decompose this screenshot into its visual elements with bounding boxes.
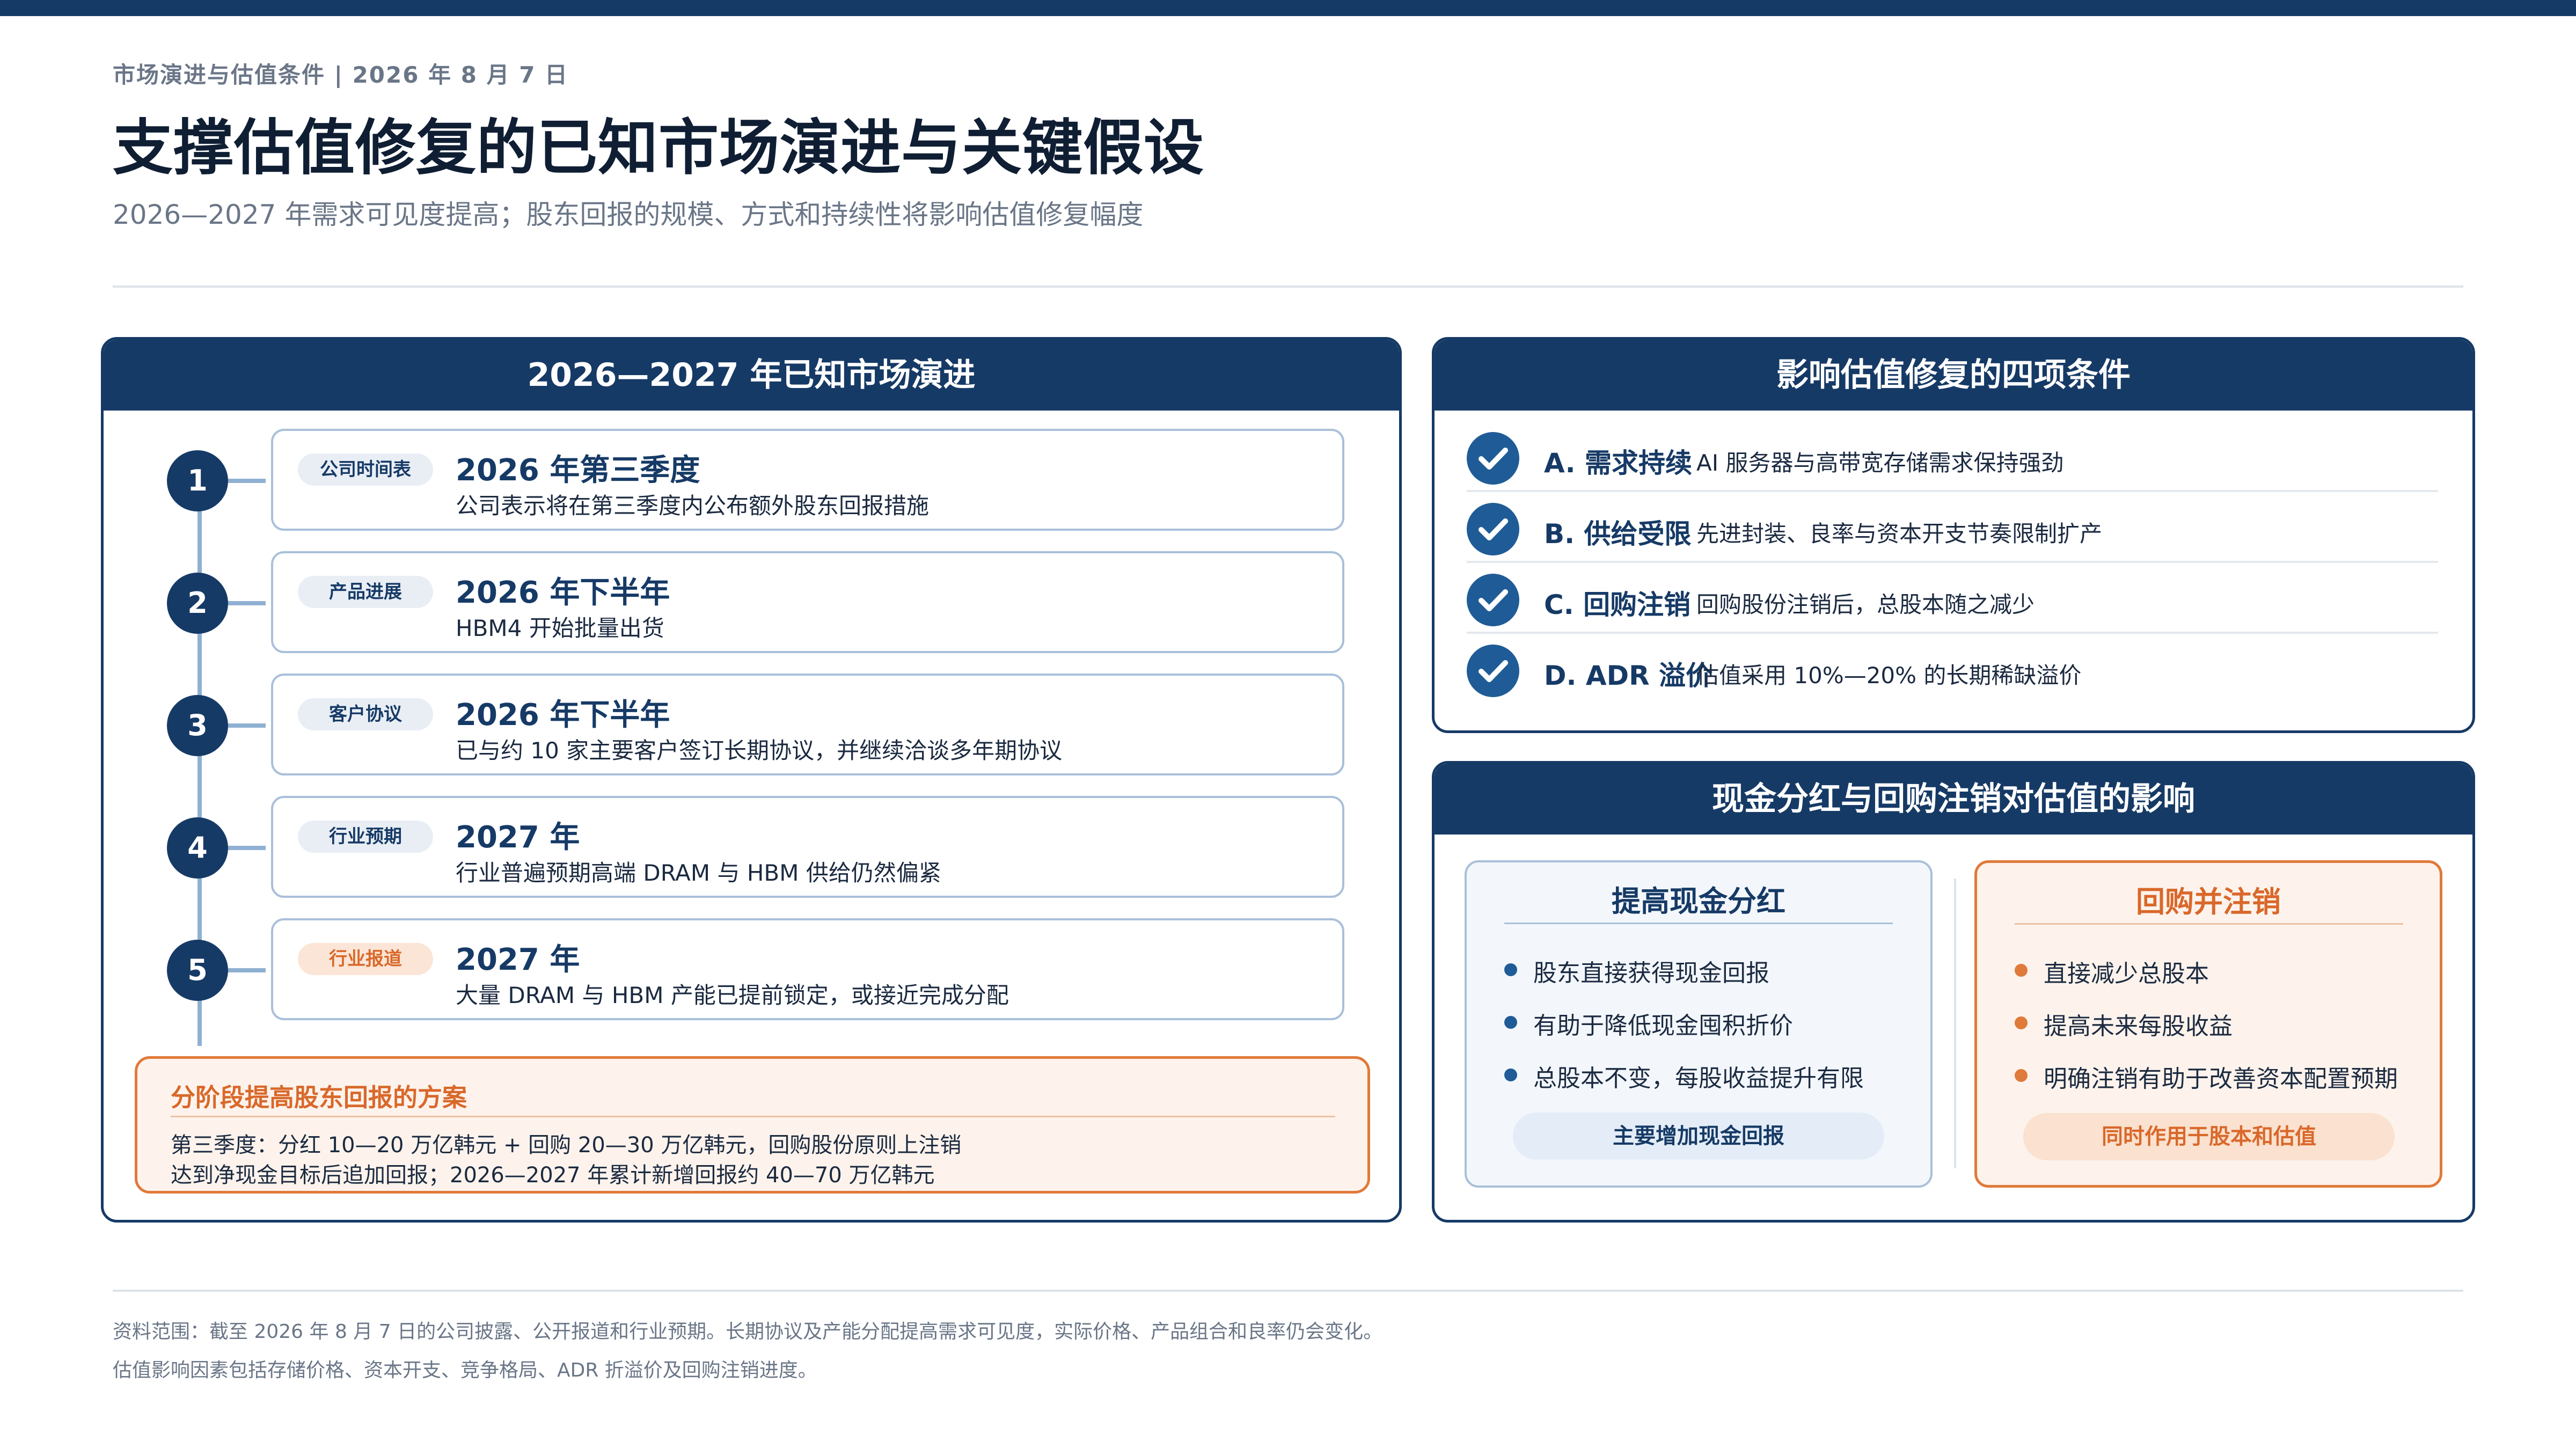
impact-panel: 现金分红与回购注销对估值的影响 提高现金分红 股东直接获得现金回报 有助于降低现… (1432, 761, 2475, 1223)
step-number-badge: 3 (167, 695, 228, 756)
timeline-step: 2 产品进展 2026 年下半年 HBM4 开始批量出货 (104, 551, 1399, 653)
step-connector (228, 968, 266, 972)
list-item-text: 提高未来每股收益 (2044, 1013, 2233, 1040)
condition-row: D. ADR 溢价 估值采用 10%—20% 的长期稀缺溢价 (1467, 634, 2438, 705)
condition-label: C. 回购注销 (1544, 589, 1691, 620)
check-icon (1467, 432, 1519, 485)
timeline-step: 3 客户协议 2026 年下半年 已与约 10 家主要客户签订长期协议，并继续洽… (104, 674, 1399, 775)
top-accent-bar (0, 0, 2576, 16)
list-item-text: 总股本不变，每股收益提升有限 (1533, 1065, 1864, 1092)
condition-label: A. 需求持续 (1544, 448, 1693, 479)
bullet-dot (2015, 1069, 2028, 1082)
columns-separator (1954, 879, 1956, 1168)
step-tag: 行业预期 (298, 821, 433, 853)
list-item-text: 直接减少总股本 (2044, 960, 2209, 987)
step-card: 产品进展 2026 年下半年 HBM4 开始批量出货 (271, 551, 1344, 653)
step-tag: 公司时间表 (298, 453, 433, 486)
step-description: 已与约 10 家主要客户签订长期协议，并继续洽谈多年期协议 (456, 737, 1063, 764)
step-card: 行业预期 2027 年 行业普遍预期高端 DRAM 与 HBM 供给仍然偏紧 (271, 796, 1344, 898)
step-number-badge: 5 (167, 940, 228, 1001)
buyback-column: 回购并注销 直接减少总股本 提高未来每股收益 明确注销有助于改善资本配置预期 同… (1974, 860, 2442, 1188)
bullet-dot (2015, 1016, 2028, 1029)
step-description: 公司表示将在第三季度内公布额外股东回报措施 (456, 493, 930, 519)
step-title: 2026 年第三季度 (456, 453, 700, 488)
plan-line: 第三季度：分红 10—20 万亿韩元 + 回购 20—30 万亿韩元，回购股份原… (171, 1133, 962, 1158)
timeline-step: 5 行业报道 2027 年 大量 DRAM 与 HBM 产能已提前锁定，或接近完… (104, 918, 1399, 1020)
list-item: 总股本不变，每股收益提升有限 (1504, 1059, 1923, 1092)
condition-row: A. 需求持续 AI 服务器与高带宽存储需求保持强劲 (1467, 421, 2438, 492)
step-number-badge: 4 (167, 817, 228, 879)
bullet-dot (2015, 964, 2028, 977)
buyback-summary-pill: 同时作用于股本和估值 (2023, 1113, 2395, 1160)
timeline-step: 1 公司时间表 2026 年第三季度 公司表示将在第三季度内公布额外股东回报措施 (104, 429, 1399, 531)
list-item-text: 有助于降低现金囤积折价 (1533, 1012, 1793, 1040)
dividend-title: 提高现金分红 (1612, 884, 1785, 918)
step-title: 2027 年 (456, 942, 580, 977)
impact-panel-heading: 现金分红与回购注销对估值的影响 (1435, 764, 2472, 835)
buyback-title: 回购并注销 (2136, 885, 2281, 919)
step-description: 大量 DRAM 与 HBM 产能已提前锁定，或接近完成分配 (456, 982, 1009, 1008)
step-connector (228, 846, 266, 850)
dividend-column: 提高现金分红 股东直接获得现金回报 有助于降低现金囤积折价 总股本不变，每股收益… (1465, 860, 1933, 1188)
condition-row: B. 供给受限 先进封装、良率与资本开支节奏限制扩产 (1467, 492, 2438, 563)
bullet-dot (1504, 1069, 1517, 1081)
step-card: 行业报道 2027 年 大量 DRAM 与 HBM 产能已提前锁定，或接近完成分… (271, 918, 1344, 1020)
plan-divider (171, 1116, 1335, 1117)
column-divider (2015, 923, 2403, 925)
condition-description: AI 服务器与高带宽存储需求保持强劲 (1696, 450, 2064, 476)
timeline-step: 4 行业预期 2027 年 行业普遍预期高端 DRAM 与 HBM 供给仍然偏紧 (104, 796, 1399, 898)
condition-description: 估值采用 10%—20% 的长期稀缺溢价 (1696, 662, 2082, 689)
conditions-panel: 影响估值修复的四项条件 A. 需求持续 AI 服务器与高带宽存储需求保持强劲 B… (1432, 337, 2475, 733)
condition-label: D. ADR 溢价 (1544, 660, 1713, 691)
conditions-panel-heading: 影响估值修复的四项条件 (1435, 340, 2472, 411)
page-title: 支撑估值修复的已知市场演进与关键假设 (113, 113, 1204, 183)
list-item: 提高未来每股收益 (2015, 1007, 2433, 1040)
check-icon (1467, 503, 1519, 555)
list-item-text: 明确注销有助于改善资本配置预期 (2044, 1065, 2398, 1093)
step-connector (228, 601, 266, 605)
timeline-panel-heading: 2026—2027 年已知市场演进 (104, 340, 1399, 411)
step-description: HBM4 开始批量出货 (456, 615, 664, 641)
step-card: 公司时间表 2026 年第三季度 公司表示将在第三季度内公布额外股东回报措施 (271, 429, 1344, 531)
step-connector (228, 723, 266, 728)
step-connector (228, 479, 266, 483)
check-icon (1467, 645, 1519, 697)
step-title: 2027 年 (456, 820, 580, 855)
report-kicker: 市场演进与估值条件 | 2026 年 8 月 7 日 (113, 62, 569, 88)
plan-line: 达到净现金目标后追加回报；2026—2027 年累计新增回报约 40—70 万亿… (171, 1163, 935, 1188)
condition-label: B. 供给受限 (1544, 518, 1692, 550)
footer-divider (113, 1290, 2463, 1292)
condition-description: 先进封装、良率与资本开支节奏限制扩产 (1696, 521, 2103, 547)
step-number-badge: 1 (167, 450, 228, 511)
list-item-text: 股东直接获得现金回报 (1533, 960, 1769, 987)
bullet-dot (1504, 1016, 1517, 1029)
step-description: 行业普遍预期高端 DRAM 与 HBM 供给仍然偏紧 (456, 860, 941, 886)
step-tag: 客户协议 (298, 698, 433, 730)
column-divider (1504, 923, 1893, 924)
list-item: 有助于降低现金囤积折价 (1504, 1006, 1923, 1040)
step-title: 2026 年下半年 (456, 698, 670, 733)
shareholder-return-plan-box: 分阶段提高股东回报的方案 第三季度：分红 10—20 万亿韩元 + 回购 20—… (135, 1056, 1370, 1194)
step-card: 客户协议 2026 年下半年 已与约 10 家主要客户签订长期协议，并继续洽谈多… (271, 674, 1344, 775)
dividend-summary-pill: 主要增加现金回报 (1513, 1113, 1884, 1160)
timeline-panel: 2026—2027 年已知市场演进 1 公司时间表 2026 年第三季度 公司表… (101, 337, 1402, 1223)
step-tag: 行业报道 (298, 943, 433, 975)
step-number-badge: 2 (167, 573, 228, 634)
plan-title: 分阶段提高股东回报的方案 (171, 1083, 467, 1112)
list-item: 明确注销有助于改善资本配置预期 (2015, 1059, 2433, 1093)
check-icon (1467, 574, 1519, 626)
list-item: 股东直接获得现金回报 (1504, 954, 1923, 987)
page-subtitle: 2026—2027 年需求可见度提高；股东回报的规模、方式和持续性将影响估值修复… (113, 199, 1144, 230)
step-title: 2026 年下半年 (456, 575, 670, 610)
footer-note: 估值影响因素包括存储价格、资本开支、竞争格局、ADR 折溢价及回购注销进度。 (113, 1359, 817, 1381)
list-item: 直接减少总股本 (2015, 954, 2433, 987)
step-tag: 产品进展 (298, 576, 433, 608)
condition-description: 回购股份注销后，总股本随之减少 (1696, 591, 2035, 618)
bullet-dot (1504, 963, 1517, 976)
footer-note: 资料范围：截至 2026 年 8 月 7 日的公司披露、公开报道和行业预期。长期… (113, 1321, 1383, 1343)
header-divider (113, 286, 2463, 288)
condition-row: C. 回购注销 回购股份注销后，总股本随之减少 (1467, 563, 2438, 634)
